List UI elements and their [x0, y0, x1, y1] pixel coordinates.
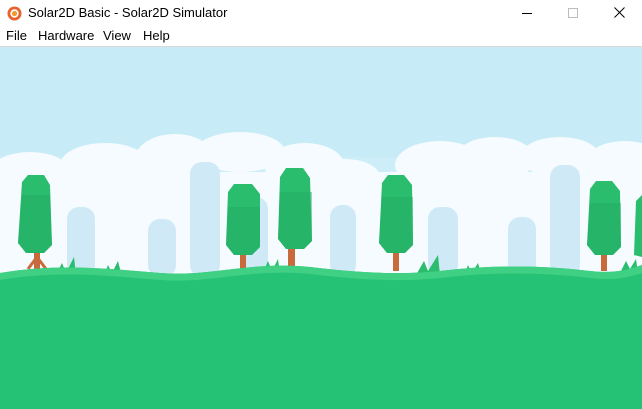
minimize-icon: [522, 5, 532, 23]
ground: [0, 265, 642, 409]
simulator-window: Solar2D Basic - Solar2D Simulator File H…: [0, 0, 642, 409]
minimize-button[interactable]: [504, 0, 550, 27]
window-title: Solar2D Basic - Solar2D Simulator: [28, 5, 228, 20]
maximize-button[interactable]: [550, 0, 596, 27]
menu-bar: File Hardware View Help: [0, 27, 642, 46]
maximize-icon: [568, 5, 578, 23]
menu-help[interactable]: Help: [143, 28, 170, 44]
menu-hardware[interactable]: Hardware: [38, 28, 94, 44]
game-canvas[interactable]: [0, 47, 642, 409]
close-icon: [613, 5, 625, 23]
cloud-band: [0, 132, 642, 282]
solar2d-app-icon: [7, 6, 22, 21]
close-button[interactable]: [596, 0, 642, 27]
title-bar[interactable]: Solar2D Basic - Solar2D Simulator: [0, 0, 642, 27]
menu-file[interactable]: File: [6, 28, 27, 44]
menu-view[interactable]: View: [103, 28, 131, 44]
game-scene: [0, 47, 642, 409]
